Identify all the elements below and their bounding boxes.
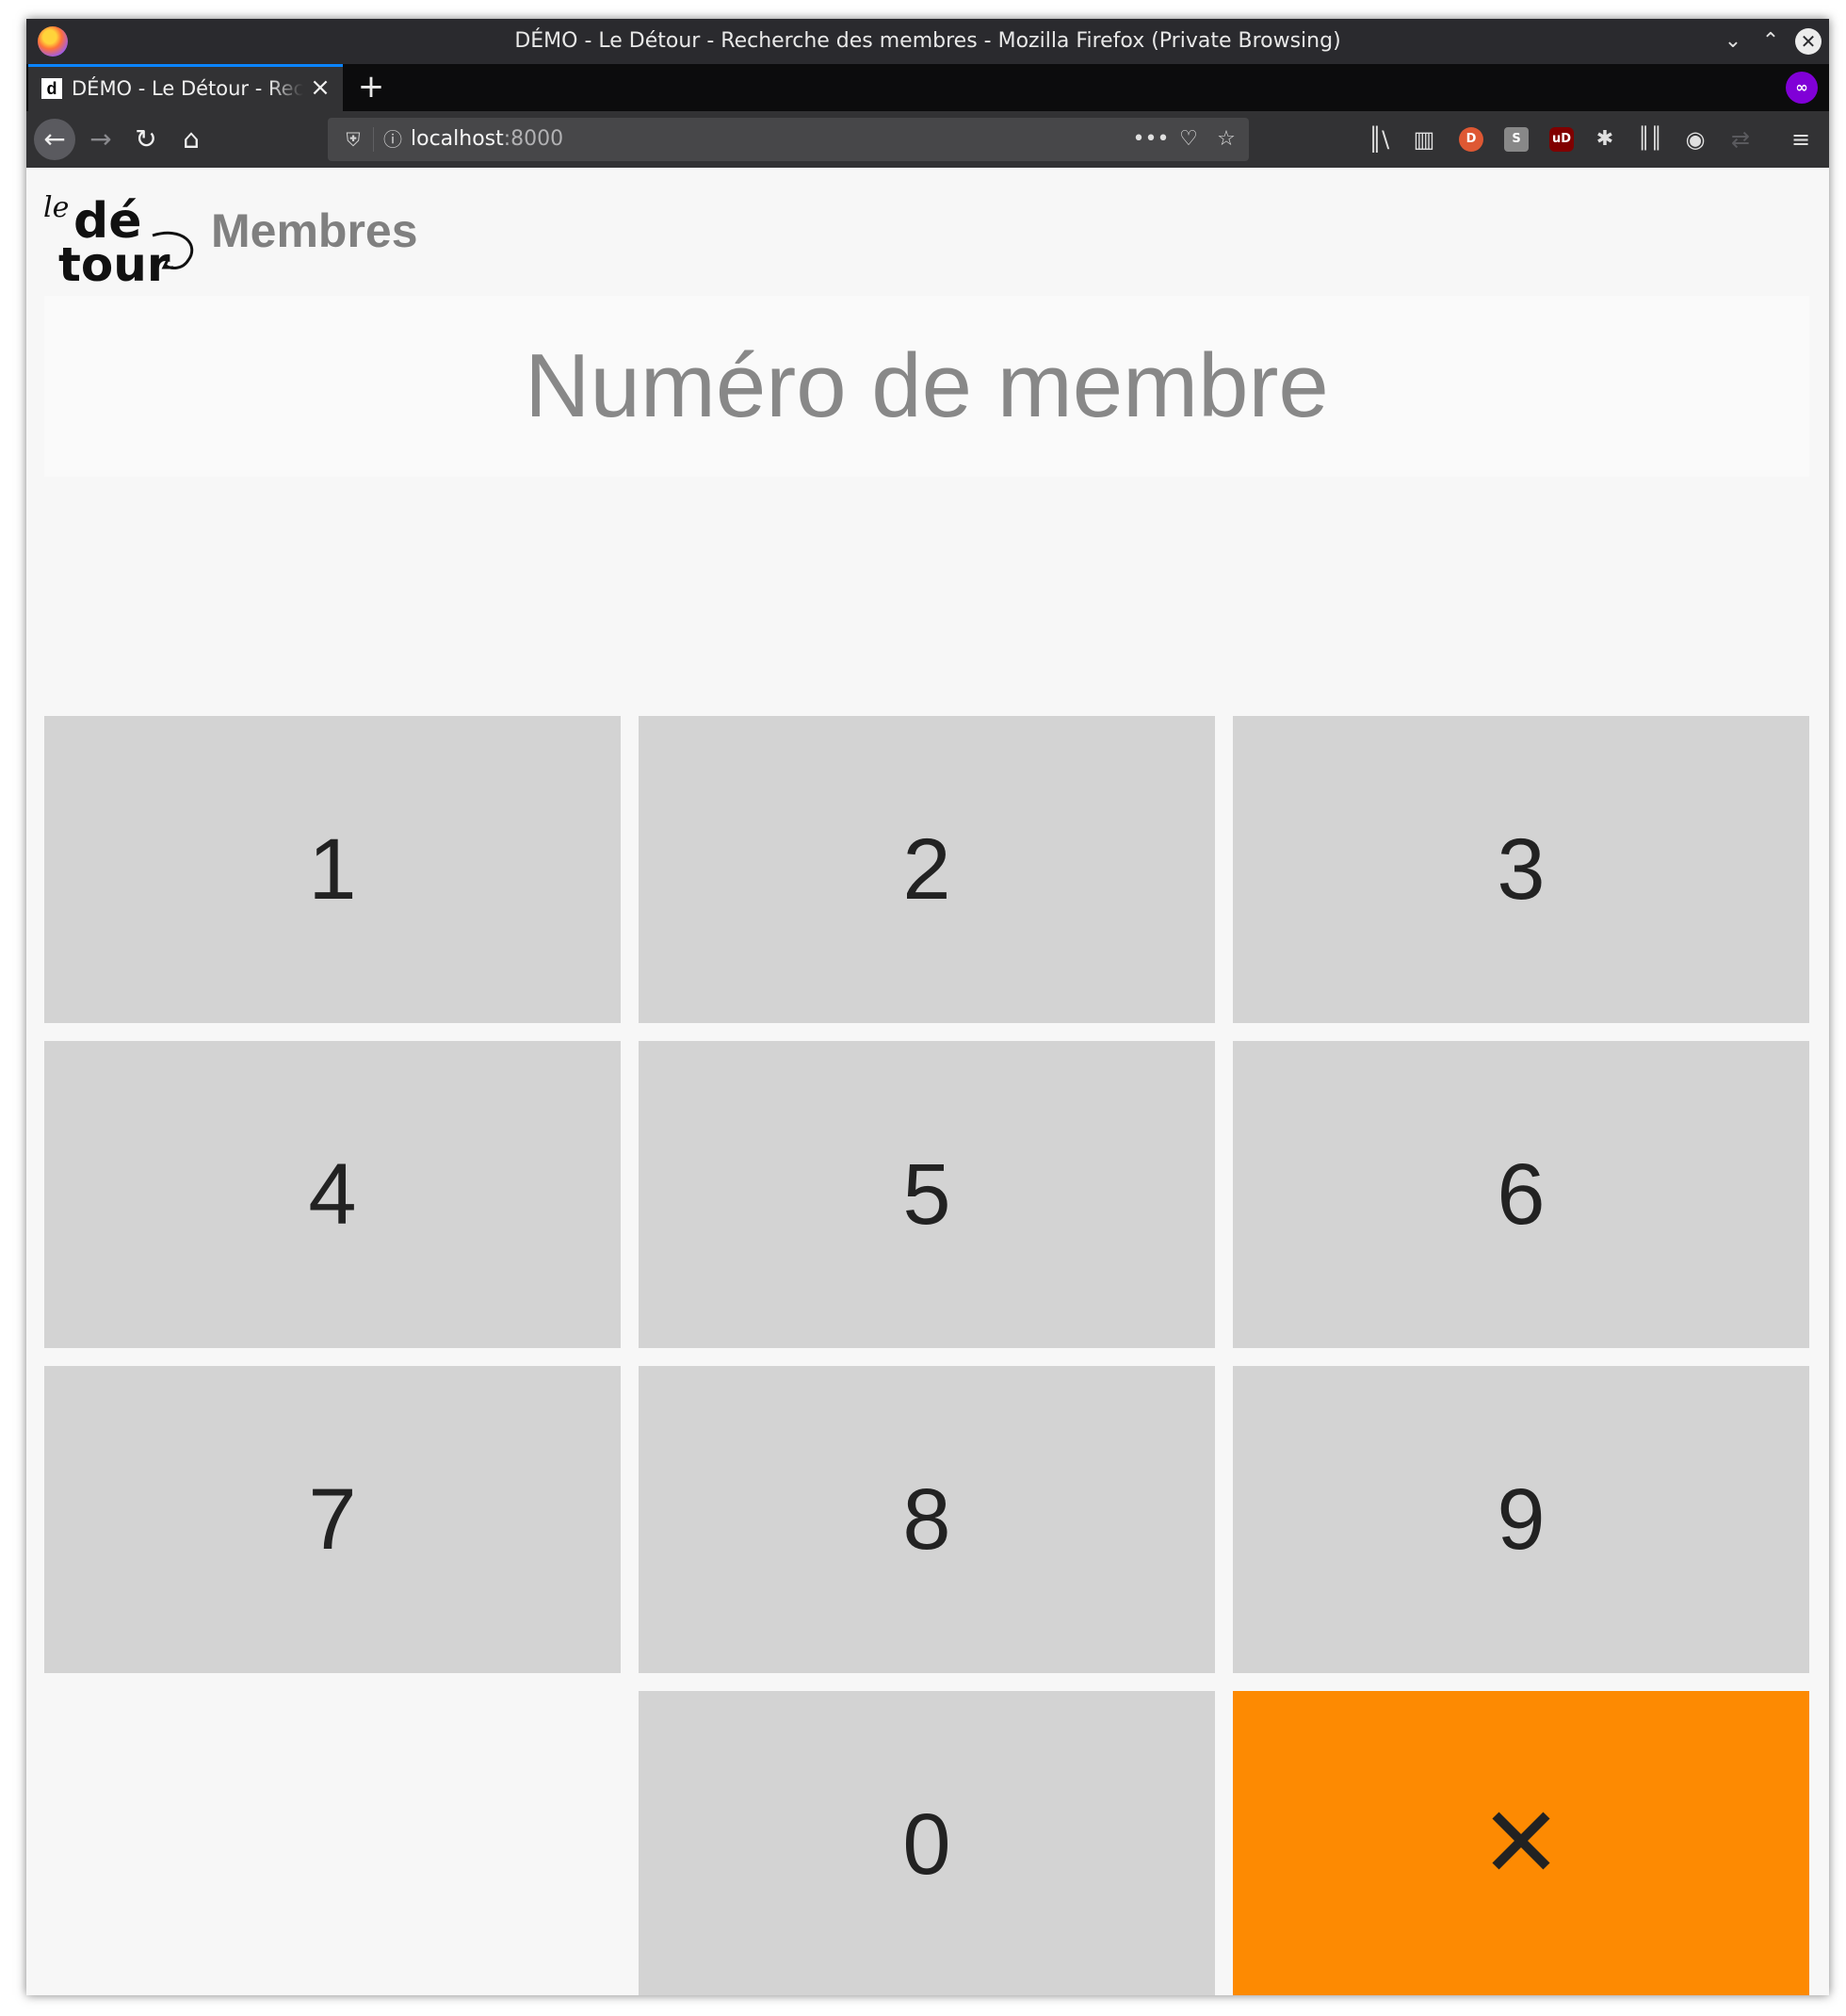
info-icon[interactable]: ⓘ <box>377 118 409 161</box>
home-icon[interactable]: ⌂ <box>170 119 212 160</box>
library-icon[interactable]: ║\ <box>1358 119 1400 160</box>
keypad-empty-cell <box>44 1691 621 1995</box>
key-7-button[interactable]: 7 <box>44 1366 621 1673</box>
title-bar: DÉMO - Le Détour - Recherche des membres… <box>26 19 1829 64</box>
extension-icon[interactable]: S <box>1504 127 1529 152</box>
le-detour-logo[interactable]: le dé tour <box>41 183 202 286</box>
star-icon[interactable]: ☆ <box>1207 118 1245 161</box>
key-3-button[interactable]: 3 <box>1233 716 1809 1023</box>
page-title: Membres <box>211 204 418 257</box>
key-9-button[interactable]: 9 <box>1233 1366 1809 1673</box>
url-bar[interactable]: ⛨ ⓘ localhost:8000 ••• ♡ ☆ <box>328 118 1249 161</box>
window-title: DÉMO - Le Détour - Recherche des membres… <box>514 29 1341 53</box>
sync-icon[interactable]: ⇄ <box>1720 119 1761 160</box>
tab-active[interactable]: d DÉMO - Le Détour - Recherche des membr… <box>28 64 343 111</box>
key-6-button[interactable]: 6 <box>1233 1041 1809 1348</box>
navigation-toolbar: ← → ↻ ⌂ ⛨ ⓘ localhost:8000 ••• ♡ ☆ ║\ ▥ … <box>26 111 1829 168</box>
url-separator <box>373 127 374 152</box>
privacy-badger-icon[interactable]: ✱ <box>1584 119 1626 160</box>
more-icon[interactable]: ••• <box>1132 118 1170 161</box>
page-content: le dé tour Membres 1 2 3 4 5 6 7 8 9 0 <box>26 168 1829 1995</box>
duckduckgo-icon[interactable]: D <box>1459 127 1483 152</box>
sidebar-icon[interactable]: ▥ <box>1403 119 1445 160</box>
key-4-button[interactable]: 4 <box>44 1041 621 1348</box>
key-0-button[interactable]: 0 <box>639 1691 1215 1995</box>
key-1-button[interactable]: 1 <box>44 716 621 1023</box>
url-text[interactable]: localhost:8000 <box>411 118 563 161</box>
back-arrow-icon[interactable]: ← <box>34 119 75 160</box>
member-number-input[interactable] <box>44 296 1809 477</box>
minimize-chevron-down-icon[interactable]: ⌄ <box>1720 28 1746 55</box>
extension-bars-icon[interactable]: ║║ <box>1629 119 1671 160</box>
tab-close-icon[interactable]: × <box>309 75 332 100</box>
pocket-icon[interactable]: ♡ <box>1170 118 1207 161</box>
browser-window: DÉMO - Le Détour - Recherche des membres… <box>26 19 1829 1995</box>
key-2-button[interactable]: 2 <box>639 716 1215 1023</box>
numeric-keypad: 1 2 3 4 5 6 7 8 9 0 <box>44 716 1809 1995</box>
maximize-chevron-up-icon[interactable]: ⌃ <box>1757 28 1784 55</box>
logo-tour: tour <box>58 237 170 286</box>
key-5-button[interactable]: 5 <box>639 1041 1215 1348</box>
hamburger-menu-icon[interactable]: ≡ <box>1780 119 1822 160</box>
tab-label: DÉMO - Le Détour - Recherche des membres <box>72 77 303 100</box>
site-favicon: d <box>41 78 62 99</box>
new-tab-plus-icon[interactable]: + <box>354 70 388 104</box>
tab-strip: d DÉMO - Le Détour - Recherche des membr… <box>26 64 1829 111</box>
window-close-icon[interactable]: ✕ <box>1795 28 1822 55</box>
clear-button[interactable] <box>1233 1691 1809 1995</box>
url-host: localhost <box>411 127 504 151</box>
reload-icon[interactable]: ↻ <box>125 119 167 160</box>
private-browsing-icon: ∞ <box>1786 72 1818 104</box>
url-port: :8000 <box>503 127 564 151</box>
key-8-button[interactable]: 8 <box>639 1366 1215 1673</box>
clear-x-icon <box>1492 1811 1550 1870</box>
forward-arrow-icon[interactable]: → <box>80 119 121 160</box>
logo-le: le <box>43 191 69 224</box>
shield-icon[interactable]: ⛨ <box>337 118 369 161</box>
account-icon[interactable]: ◉ <box>1675 119 1716 160</box>
ublock-icon[interactable]: uD <box>1549 127 1574 152</box>
